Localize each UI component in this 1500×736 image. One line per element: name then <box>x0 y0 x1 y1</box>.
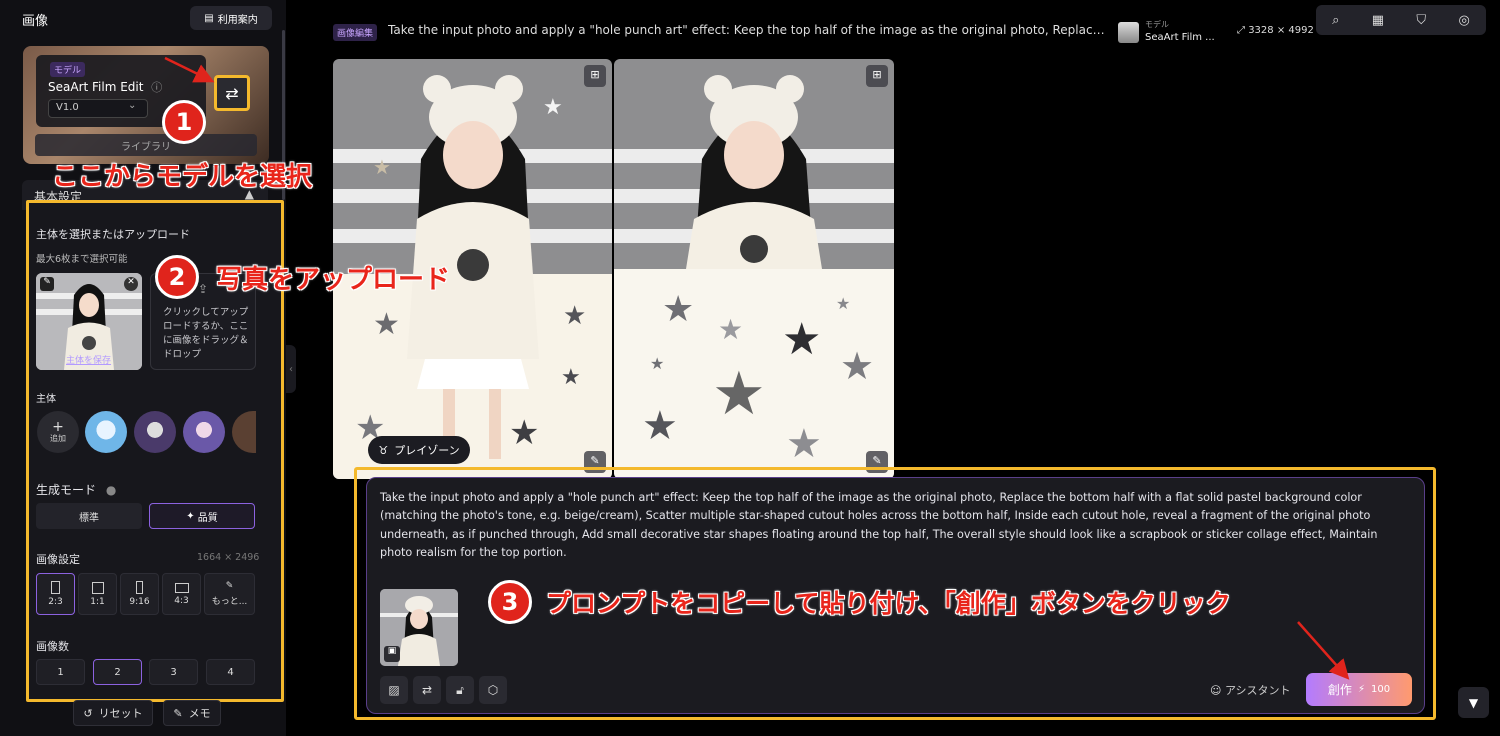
step-1-text: ここからモデルを選択 <box>51 161 313 192</box>
step-1-badge: 1 <box>162 100 206 144</box>
step-3-badge: 3 <box>488 580 532 624</box>
arrow-to-model-switch <box>164 56 215 83</box>
arrow-to-create-button <box>1297 621 1350 680</box>
step-2-badge: 2 <box>155 255 199 299</box>
step-2-text: 写真をアップロード <box>215 264 451 295</box>
annotation-arrows <box>164 56 1350 680</box>
step-3-text: プロンプトをコピーして貼り付け、「創作」ボタンをクリック <box>545 588 1231 618</box>
